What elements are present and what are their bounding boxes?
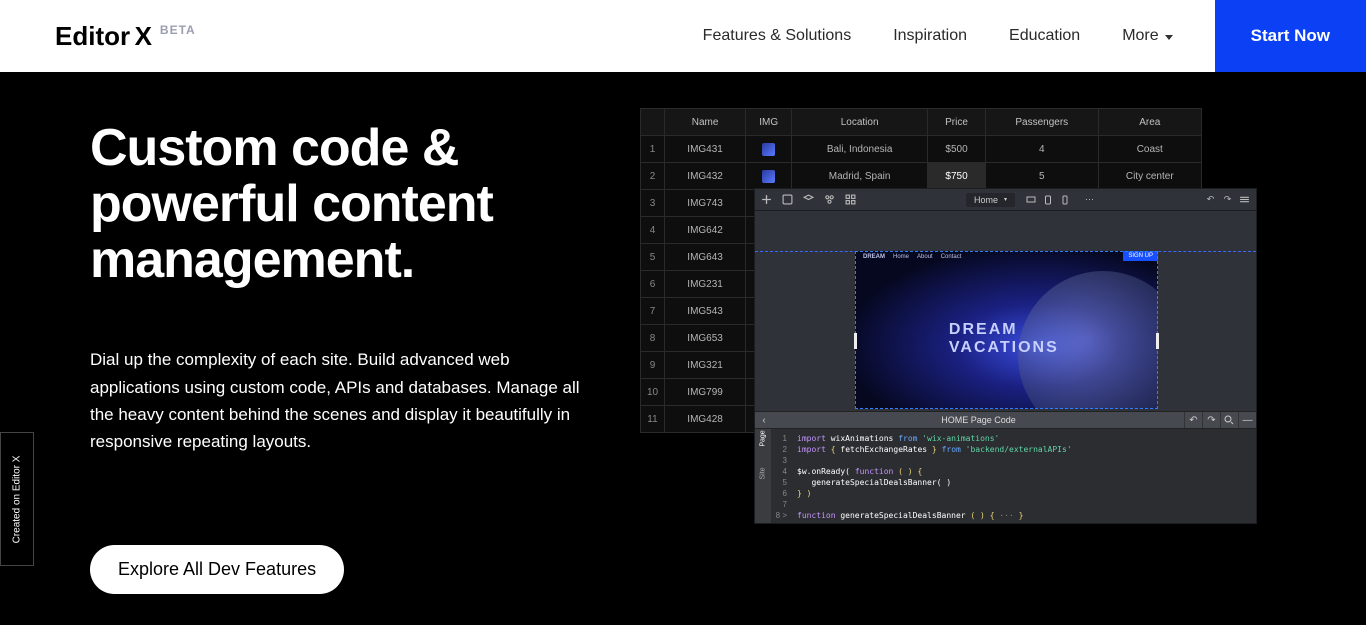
table-cell: 5 <box>985 163 1098 190</box>
hero-headline: Custom code & powerful content managemen… <box>90 120 640 288</box>
grid-icon[interactable] <box>845 194 856 205</box>
code-tabs: Page Site <box>755 429 771 523</box>
table-cell: 11 <box>641 406 665 433</box>
code-search-icon[interactable] <box>1220 412 1238 428</box>
table-header: Price <box>928 109 986 136</box>
undo-icon[interactable]: ↶ <box>1205 194 1216 205</box>
table-cell: Bali, Indonesia <box>792 136 928 163</box>
desktop-viewport-icon[interactable] <box>1025 194 1036 205</box>
table-cell: IMG653 <box>665 325 746 352</box>
code-redo-icon[interactable]: ↷ <box>1202 412 1220 428</box>
table-header: Passengers <box>985 109 1098 136</box>
table-header: Location <box>792 109 928 136</box>
add-icon[interactable] <box>761 194 772 205</box>
table-cell: IMG643 <box>665 244 746 271</box>
logo-beta-badge: BETA <box>160 23 196 37</box>
table-cell: Coast <box>1098 136 1201 163</box>
table-header: Name <box>665 109 746 136</box>
site-header: Editor X BETA Features & Solutions Inspi… <box>0 0 1366 72</box>
hero-section: Custom code & powerful content managemen… <box>0 72 1366 625</box>
logo[interactable]: Editor X BETA <box>55 21 196 52</box>
table-row[interactable]: 2IMG432 Madrid, Spain$7505City center <box>641 163 1202 190</box>
table-cell: 3 <box>641 190 665 217</box>
resize-handle-right[interactable] <box>1156 333 1159 349</box>
code-tab-page[interactable]: Page <box>760 430 767 446</box>
table-row[interactable]: 1IMG431 Bali, Indonesia$5004Coast <box>641 136 1202 163</box>
table-header <box>641 109 665 136</box>
table-cell: 4 <box>985 136 1098 163</box>
editor-toolbar: Home ▾ ⋯ ↶ ↷ <box>755 189 1256 211</box>
explore-dev-features-button[interactable]: Explore All Dev Features <box>90 545 344 594</box>
panels-icon[interactable] <box>1239 194 1250 205</box>
pages-icon[interactable] <box>782 194 793 205</box>
table-cell: IMG432 <box>665 163 746 190</box>
code-panel: Page Site 12345678 > import wixAnimation… <box>755 429 1256 523</box>
code-undo-icon[interactable]: ↶ <box>1184 412 1202 428</box>
editor-preview-panel: Home ▾ ⋯ ↶ ↷ DREA <box>754 188 1257 524</box>
chevron-down-icon <box>1165 35 1173 40</box>
table-cell <box>746 136 792 163</box>
resize-handle-left[interactable] <box>854 333 857 349</box>
table-cell: 9 <box>641 352 665 379</box>
code-editor[interactable]: import wixAnimations from 'wix-animation… <box>791 429 1256 523</box>
table-cell: City center <box>1098 163 1201 190</box>
page-selector-label: Home <box>974 195 998 205</box>
line-numbers: 12345678 > <box>771 429 791 523</box>
nav-more-dropdown[interactable]: More <box>1122 27 1172 45</box>
caret-down-icon: ▾ <box>1004 196 1007 203</box>
viewport-selector <box>1025 194 1070 205</box>
table-cell: 6 <box>641 271 665 298</box>
table-cell: 8 <box>641 325 665 352</box>
page-selector[interactable]: Home ▾ <box>966 193 1015 207</box>
more-menu-icon[interactable]: ⋯ <box>1084 194 1095 205</box>
code-panel-title: HOME Page Code <box>941 415 1016 425</box>
image-thumbnail <box>762 143 775 156</box>
hero-copy: Custom code & powerful content managemen… <box>0 72 640 625</box>
table-cell: 7 <box>641 298 665 325</box>
table-cell: IMG642 <box>665 217 746 244</box>
table-cell <box>746 163 792 190</box>
nav-more-label: More <box>1122 27 1158 45</box>
selection-outline <box>855 251 1158 409</box>
table-cell: IMG428 <box>665 406 746 433</box>
table-cell: 10 <box>641 379 665 406</box>
code-minimize-icon[interactable]: — <box>1238 412 1256 428</box>
primary-nav: Features & Solutions Inspiration Educati… <box>703 0 1366 72</box>
hero-visual: NameIMGLocationPricePassengersArea 1IMG4… <box>640 108 1366 625</box>
nav-features[interactable]: Features & Solutions <box>703 27 852 45</box>
table-cell: IMG321 <box>665 352 746 379</box>
side-badge-text: Created on Editor X <box>12 455 23 543</box>
table-cell: IMG799 <box>665 379 746 406</box>
hero-description: Dial up the complexity of each site. Bui… <box>90 346 590 455</box>
table-header: IMG <box>746 109 792 136</box>
table-cell: 4 <box>641 217 665 244</box>
table-header: Area <box>1098 109 1201 136</box>
image-thumbnail <box>762 170 775 183</box>
nav-inspiration[interactable]: Inspiration <box>893 27 967 45</box>
table-cell: Madrid, Spain <box>792 163 928 190</box>
editor-canvas[interactable]: DREAM Home About Contact SIGN UP DREAM V… <box>755 211 1256 411</box>
table-cell: $500 <box>928 136 986 163</box>
code-tab-site[interactable]: Site <box>760 467 767 479</box>
table-cell: IMG543 <box>665 298 746 325</box>
start-now-button[interactable]: Start Now <box>1215 0 1366 72</box>
redo-icon[interactable]: ↷ <box>1222 194 1233 205</box>
mobile-viewport-icon[interactable] <box>1059 194 1070 205</box>
table-cell: 5 <box>641 244 665 271</box>
table-cell: IMG743 <box>665 190 746 217</box>
table-cell: $750 <box>928 163 986 190</box>
nav-education[interactable]: Education <box>1009 27 1080 45</box>
table-cell: 2 <box>641 163 665 190</box>
table-cell: 1 <box>641 136 665 163</box>
logo-name: Editor X <box>55 21 152 52</box>
created-on-editor-x-badge[interactable]: Created on Editor X <box>0 432 34 566</box>
table-cell: IMG231 <box>665 271 746 298</box>
code-panel-header: ‹ HOME Page Code ↶ ↷ — <box>755 411 1256 429</box>
code-back-icon[interactable]: ‹ <box>755 415 773 426</box>
table-cell: IMG431 <box>665 136 746 163</box>
layers-icon[interactable] <box>803 194 814 205</box>
tablet-viewport-icon[interactable] <box>1042 194 1053 205</box>
masters-icon[interactable] <box>824 194 835 205</box>
